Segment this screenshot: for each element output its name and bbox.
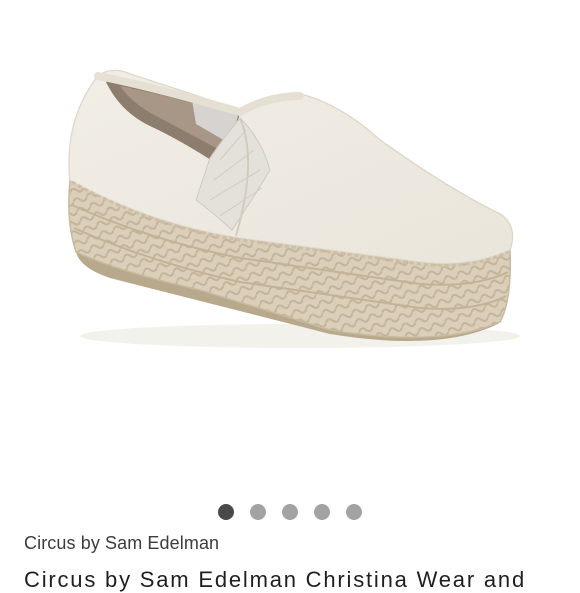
espadrille-shoe-illustration — [68, 69, 520, 348]
brand-name[interactable]: Circus by Sam Edelman — [24, 533, 219, 554]
carousel-dot-4[interactable] — [314, 504, 330, 520]
carousel-dot-3[interactable] — [282, 504, 298, 520]
image-carousel-dots — [0, 503, 580, 521]
product-title: Circus by Sam Edelman Christina Wear and — [24, 567, 526, 592]
carousel-dot-2[interactable] — [250, 504, 266, 520]
carousel-dot-1[interactable] — [218, 504, 234, 520]
product-image[interactable] — [0, 0, 580, 490]
carousel-dot-5[interactable] — [346, 504, 362, 520]
